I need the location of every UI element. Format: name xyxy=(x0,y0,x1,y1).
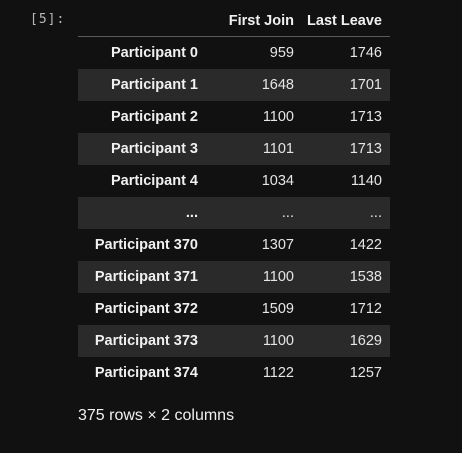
table-row: Participant 2 1100 1713 xyxy=(78,101,390,133)
table-row: Participant 1 1648 1701 xyxy=(78,68,390,101)
header-row: First Join Last Leave xyxy=(78,5,390,37)
table-row: Participant 373 1100 1629 xyxy=(78,324,390,357)
table-row: Participant 374 1122 1257 xyxy=(78,357,390,389)
column-header-first-join: First Join xyxy=(206,5,294,37)
row-index: Participant 371 xyxy=(94,268,198,285)
cell-first-join: 959 xyxy=(269,44,294,61)
dataframe-table: First Join Last Leave Participant 0 959 … xyxy=(78,5,390,389)
cell-last-leave: 1701 xyxy=(349,76,382,93)
table-row: Participant 3 1101 1713 xyxy=(78,132,390,165)
column-header-last-leave: Last Leave xyxy=(294,5,390,37)
cell-last-leave: 1538 xyxy=(349,268,382,285)
notebook-cell-output: [5]: First Join Last Leave Participant 0… xyxy=(0,0,462,453)
row-index: Participant 1 xyxy=(110,76,198,93)
row-index: Participant 373 xyxy=(94,332,198,349)
cell-last-leave: 1746 xyxy=(349,44,382,61)
row-index: Participant 0 xyxy=(110,44,198,61)
cell-last-leave: 1713 xyxy=(349,140,382,157)
cell-last-leave: 1629 xyxy=(349,332,382,349)
cell-first-join: 1307 xyxy=(261,236,294,253)
index-header xyxy=(78,5,206,37)
table-row: Participant 370 1307 1422 xyxy=(78,229,390,261)
cell-last-leave: 1140 xyxy=(350,172,382,189)
cell-first-join: 1101 xyxy=(262,140,294,157)
table-row: Participant 371 1100 1538 xyxy=(78,260,390,293)
table-row: Participant 372 1509 1712 xyxy=(78,293,390,325)
cell-last-leave: 1712 xyxy=(349,300,382,317)
cell-first-join: 1034 xyxy=(261,172,294,189)
row-index: ... xyxy=(185,204,198,221)
cell-first-join: 1100 xyxy=(262,108,294,125)
table-body: Participant 0 959 1746 Participant 1 164… xyxy=(78,37,390,389)
cell-first-join: 1509 xyxy=(261,300,294,317)
cell-first-join: 1122 xyxy=(262,364,294,381)
row-index: Participant 370 xyxy=(94,236,198,253)
row-index: Participant 3 xyxy=(110,140,198,157)
row-index: Participant 372 xyxy=(94,300,198,317)
cell-last-leave: ... xyxy=(369,204,382,221)
row-index: Participant 2 xyxy=(110,108,198,125)
cell-last-leave: 1713 xyxy=(349,108,382,125)
dataframe-container: First Join Last Leave Participant 0 959 … xyxy=(78,5,390,389)
execution-count-prompt: [5]: xyxy=(30,12,66,27)
table-row: Participant 0 959 1746 xyxy=(78,37,390,69)
cell-last-leave: 1422 xyxy=(349,236,382,253)
cell-first-join: 1100 xyxy=(262,268,294,285)
cell-first-join: 1648 xyxy=(261,76,294,93)
cell-last-leave: 1257 xyxy=(349,364,382,381)
dataframe-shape-summary: 375 rows × 2 columns xyxy=(78,407,235,424)
table-row-ellipsis: ... ... ... xyxy=(78,196,390,229)
table-header: First Join Last Leave xyxy=(78,5,390,37)
row-index: Participant 374 xyxy=(94,364,198,381)
table-row: Participant 4 1034 1140 xyxy=(78,165,390,197)
row-index: Participant 4 xyxy=(110,172,198,189)
cell-first-join: 1100 xyxy=(262,332,294,349)
cell-first-join: ... xyxy=(281,204,294,221)
